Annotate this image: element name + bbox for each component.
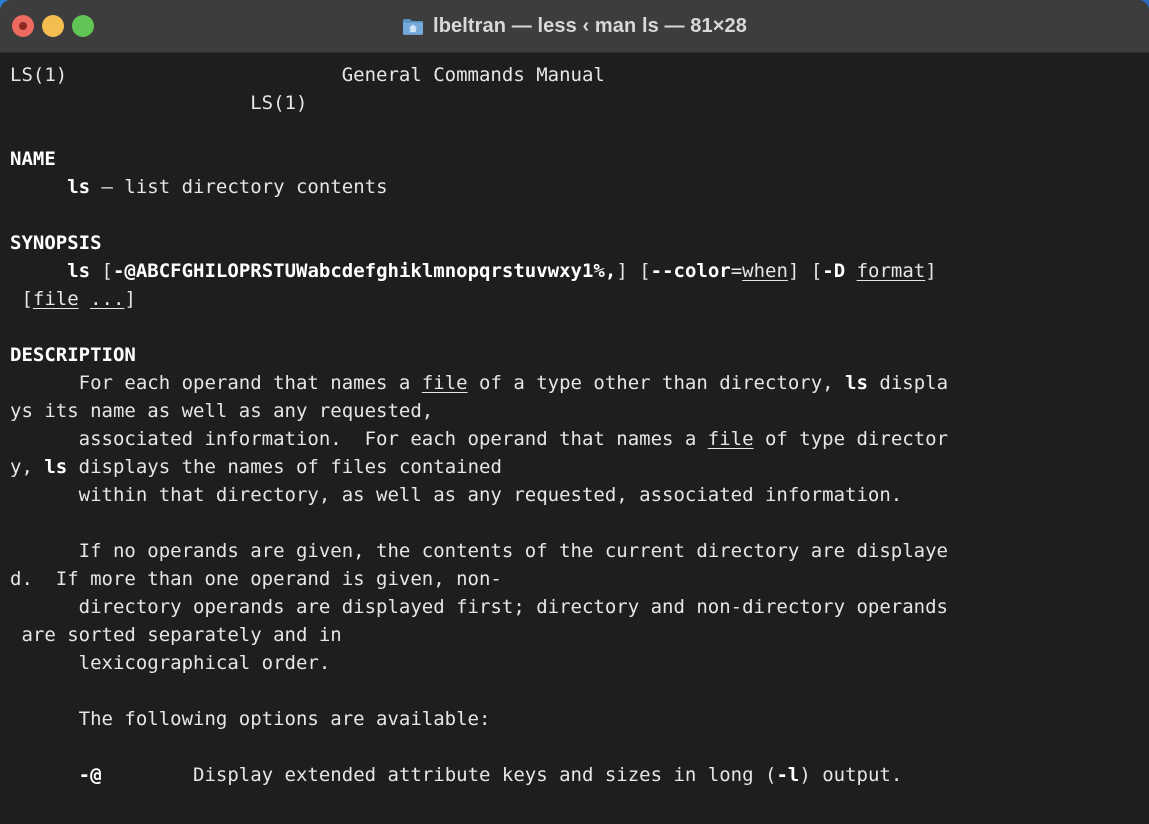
terminal-line: lexicographical order.	[10, 649, 948, 677]
terminal-text: of type director	[753, 428, 949, 450]
terminal-bold-text: ls	[44, 456, 68, 478]
terminal-text: =	[730, 260, 743, 282]
terminal-text: of a type other than directory,	[467, 372, 846, 394]
terminal-text: The following options are available:	[10, 708, 491, 730]
terminal-bold-text: -D	[822, 260, 846, 282]
terminal-text: If no operands are given, the contents o…	[10, 540, 948, 562]
terminal-line: ls [-@ABCFGHILOPRSTUWabcdefghiklmnopqrst…	[10, 257, 948, 285]
terminal-underlined-text: file	[32, 288, 79, 310]
terminal-line: If no operands are given, the contents o…	[10, 537, 948, 565]
terminal-bold-text: --color	[650, 260, 731, 282]
terminal-line: -@ Display extended attribute keys and s…	[10, 761, 948, 789]
terminal-line: [file ...]	[10, 285, 948, 313]
home-folder-icon	[402, 17, 424, 36]
terminal-line: ls – list directory contents	[10, 173, 948, 201]
terminal-text: [	[90, 260, 113, 282]
terminal-line: SYNOPSIS	[10, 229, 948, 257]
terminal-bold-text: -l	[776, 764, 800, 786]
terminal-underlined-text: ...	[90, 288, 125, 310]
terminal-line: LS(1)	[10, 89, 948, 117]
terminal-line: are sorted separately and in	[10, 621, 948, 649]
terminal-text: are sorted separately and in	[10, 624, 342, 646]
terminal-content-area[interactable]: LS(1) General Commands Manual LS(1) NAME…	[0, 53, 1149, 824]
title-bar[interactable]: lbeltran — less ‹ man ls — 81×28	[0, 0, 1149, 53]
window-title: lbeltran — less ‹ man ls — 81×28	[433, 14, 747, 37]
terminal-text: ]	[925, 260, 937, 282]
terminal-bold-text: ls	[67, 176, 91, 198]
terminal-text: d. If more than one operand is given, no…	[10, 568, 502, 590]
terminal-underlined-text: file	[421, 372, 468, 394]
terminal-bold-text: DESCRIPTION	[10, 344, 136, 366]
terminal-text: ] [	[787, 260, 823, 282]
terminal-underlined-text: file	[707, 428, 754, 450]
terminal-text: lexicographical order.	[10, 652, 331, 674]
terminal-underlined-text: format	[856, 260, 926, 282]
terminal-window: lbeltran — less ‹ man ls — 81×28 LS(1) G…	[0, 0, 1149, 824]
terminal-text: Display extended attribute keys and size…	[101, 764, 777, 786]
terminal-text: displays the names of files contained	[67, 456, 502, 478]
terminal-text: directory operands are displayed first; …	[10, 596, 948, 618]
terminal-text: associated information. For each operand…	[10, 428, 708, 450]
terminal-line: directory operands are displayed first; …	[10, 593, 948, 621]
terminal-text: ) output.	[799, 764, 903, 786]
terminal-text: LS(1)	[10, 92, 308, 114]
zoom-button[interactable]	[72, 15, 94, 37]
terminal-line: associated information. For each operand…	[10, 425, 948, 453]
terminal-text: ] [	[616, 260, 651, 282]
terminal-line: LS(1) General Commands Manual	[10, 61, 948, 89]
terminal-text: ys its name as well as any requested,	[10, 400, 434, 422]
terminal-line: d. If more than one operand is given, no…	[10, 565, 948, 593]
minimize-button[interactable]	[42, 15, 64, 37]
terminal-text: displa	[867, 372, 949, 394]
terminal-line: ys its name as well as any requested,	[10, 397, 948, 425]
terminal-text: within that directory, as well as any re…	[10, 484, 903, 506]
terminal-line: The following options are available:	[10, 705, 948, 733]
terminal-line: NAME	[10, 145, 948, 173]
terminal-text: [	[10, 288, 33, 310]
terminal-text-buffer: LS(1) General Commands Manual LS(1) NAME…	[10, 61, 948, 817]
terminal-line: DESCRIPTION	[10, 341, 948, 369]
terminal-bold-text: ls	[67, 260, 91, 282]
title-bar-center: lbeltran — less ‹ man ls — 81×28	[0, 0, 1149, 52]
terminal-bold-text: NAME	[10, 148, 56, 170]
terminal-text: For each operand that names a	[10, 372, 422, 394]
terminal-text: LS(1) General Commands Manual	[10, 64, 605, 86]
terminal-text: ]	[124, 288, 136, 310]
terminal-line: within that directory, as well as any re…	[10, 481, 948, 509]
terminal-line: y, ls displays the names of files contai…	[10, 453, 948, 481]
terminal-underlined-text: when	[742, 260, 788, 282]
terminal-bold-text: SYNOPSIS	[10, 232, 102, 254]
terminal-text: – list directory contents	[90, 176, 388, 198]
terminal-bold-text: -@	[78, 764, 102, 786]
window-controls	[12, 0, 94, 52]
terminal-line: For each operand that names a file of a …	[10, 369, 948, 397]
close-button[interactable]	[12, 15, 34, 37]
terminal-bold-text: -@ABCFGHILOPRSTUWabcdefghiklmnopqrstuvwx…	[112, 260, 617, 282]
terminal-text: y,	[10, 456, 45, 478]
terminal-bold-text: ls	[845, 372, 868, 394]
